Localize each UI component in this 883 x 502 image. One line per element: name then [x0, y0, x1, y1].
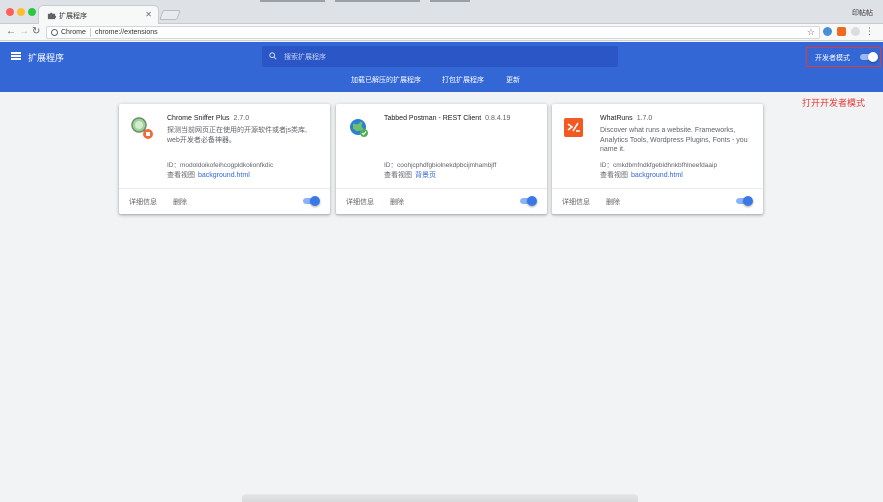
extension-card-whatruns: WhatRuns 1.7.0 Discover what runs a websi…: [552, 104, 763, 214]
puzzle-icon: [47, 12, 56, 20]
card-divider: [552, 188, 763, 189]
views-label: 查看视图: [167, 172, 195, 179]
remove-button[interactable]: 删除: [173, 197, 187, 207]
extension-name-text: Tabbed Postman - REST Client: [384, 115, 482, 122]
details-button[interactable]: 详细信息: [129, 197, 157, 207]
extension-id: ID：cmkdbmfndkfgebldhnkbfhlneefdaaip: [600, 159, 717, 169]
developer-mode-highlight: 开发者模式: [806, 47, 881, 67]
search-icon: [269, 52, 277, 60]
extension-description: 探测当前网页正在使用的开源软件或者js类库, web开发者必备神器。: [167, 127, 307, 144]
site-label: Chrome: [61, 29, 86, 36]
view-link[interactable]: background.html: [631, 172, 683, 179]
address-bar[interactable]: Chrome chrome://extensions ☆: [46, 26, 820, 39]
remove-button[interactable]: 删除: [390, 197, 404, 207]
card-divider: [119, 188, 330, 189]
update-button[interactable]: 更新: [506, 75, 520, 85]
extension-name-text: Chrome Sniffer Plus: [167, 115, 230, 122]
whatruns-icon: [564, 118, 583, 137]
zoom-window-button[interactable]: [28, 8, 36, 16]
details-button[interactable]: 详细信息: [562, 197, 590, 207]
extension-name: WhatRuns 1.7.0: [600, 115, 652, 122]
remove-button[interactable]: 删除: [606, 197, 620, 207]
extension-name: Chrome Sniffer Plus 2.7.0: [167, 115, 249, 122]
magnifier-icon: [131, 117, 153, 139]
extension-version: 1.7.0: [636, 115, 653, 122]
window-bottom-edge: [242, 494, 638, 502]
search-input[interactable]: [284, 51, 604, 63]
hamburger-menu-icon[interactable]: [11, 52, 21, 60]
view-link[interactable]: background.html: [198, 172, 250, 179]
load-unpacked-button[interactable]: 加载已解压的扩展程序: [351, 75, 421, 85]
annotation-text: 打开开发者模式: [802, 98, 866, 108]
back-icon[interactable]: ←: [6, 26, 16, 38]
url-divider: [90, 28, 91, 37]
developer-mode-toggle[interactable]: [860, 52, 878, 62]
views-label: 查看视图: [384, 172, 412, 179]
extension-enable-toggle[interactable]: [303, 196, 321, 206]
extension-views: 查看视图 background.html: [167, 170, 250, 180]
id-value: cmkdbmfndkfgebldhnkbfhlneefdaaip: [613, 162, 718, 169]
profile-name[interactable]: 印帖帖: [852, 8, 873, 18]
search-box[interactable]: [262, 46, 618, 67]
tab-title: 扩展程序: [59, 13, 87, 20]
id-label: ID：: [167, 162, 180, 169]
extension-name: Tabbed Postman - REST Client 0.8.4.19: [384, 115, 510, 122]
toolbar-extension-globe-icon[interactable]: [823, 27, 832, 36]
url-text: chrome://extensions: [95, 29, 158, 36]
card-divider: [336, 188, 547, 189]
window-edge: [335, 0, 420, 2]
views-label: 查看视图: [600, 172, 628, 179]
new-tab-button[interactable]: [159, 10, 181, 20]
id-label: ID：: [600, 162, 613, 169]
view-link[interactable]: 背景页: [415, 172, 436, 179]
reload-icon[interactable]: ↻: [32, 26, 40, 38]
forward-icon[interactable]: →: [19, 26, 29, 38]
extension-description: Discover what runs a website. Frameworks…: [600, 127, 748, 153]
id-label: ID：: [384, 162, 397, 169]
extension-name-text: WhatRuns: [600, 115, 633, 122]
globe-icon: [350, 119, 368, 137]
extension-enable-toggle[interactable]: [520, 196, 538, 206]
browser-toolbar: ← → ↻ Chrome chrome://extensions ☆: [0, 24, 883, 41]
extension-version: 2.7.0: [233, 115, 250, 122]
developer-mode-label: 开发者模式: [815, 55, 850, 62]
browser-menu-icon[interactable]: ⋮: [865, 26, 874, 37]
page-title: 扩展程序: [28, 53, 65, 63]
extensions-header: 扩展程序 开发者模式 加载已解压的扩展程序 打包扩展程序 更新: [0, 42, 883, 92]
chrome-site-icon: [51, 29, 58, 36]
extension-id: ID：coohjcphdfgbiolnekdpbcijmhambjff: [384, 159, 496, 169]
window-edge: [260, 0, 325, 2]
minimize-window-button[interactable]: [17, 8, 25, 16]
extension-version: 0.8.4.19: [485, 115, 511, 122]
header-actions: 加载已解压的扩展程序 打包扩展程序 更新: [0, 75, 883, 87]
pack-extension-button[interactable]: 打包扩展程序: [442, 75, 484, 85]
extension-enable-toggle[interactable]: [736, 196, 754, 206]
toolbar-extension-whatruns-icon[interactable]: [837, 27, 846, 36]
tab-strip: 扩展程序 ✕ 印帖帖: [0, 0, 883, 24]
extension-views: 查看视图 background.html: [600, 170, 683, 180]
toolbar-extension-sniffer-icon[interactable]: [851, 27, 860, 36]
browser-tab[interactable]: 扩展程序 ✕: [38, 5, 159, 24]
bookmark-star-icon[interactable]: ☆: [807, 27, 815, 38]
extension-views: 查看视图 背景页: [384, 170, 436, 180]
window-edge: [430, 0, 470, 2]
details-button[interactable]: 详细信息: [346, 197, 374, 207]
extension-card-tabbed-postman: Tabbed Postman - REST Client 0.8.4.19 ID：…: [336, 104, 547, 214]
extension-card-chrome-sniffer: Chrome Sniffer Plus 2.7.0 探测当前网页正在使用的开源软件…: [119, 104, 330, 214]
id-value: coohjcphdfgbiolnekdpbcijmhambjff: [397, 162, 497, 169]
id-value: modoldoikofeihcogpldkolionfkdic: [180, 162, 274, 169]
extension-id: ID：modoldoikofeihcogpldkolionfkdic: [167, 159, 273, 169]
tab-close-icon[interactable]: ✕: [145, 10, 152, 19]
close-window-button[interactable]: [6, 8, 14, 16]
